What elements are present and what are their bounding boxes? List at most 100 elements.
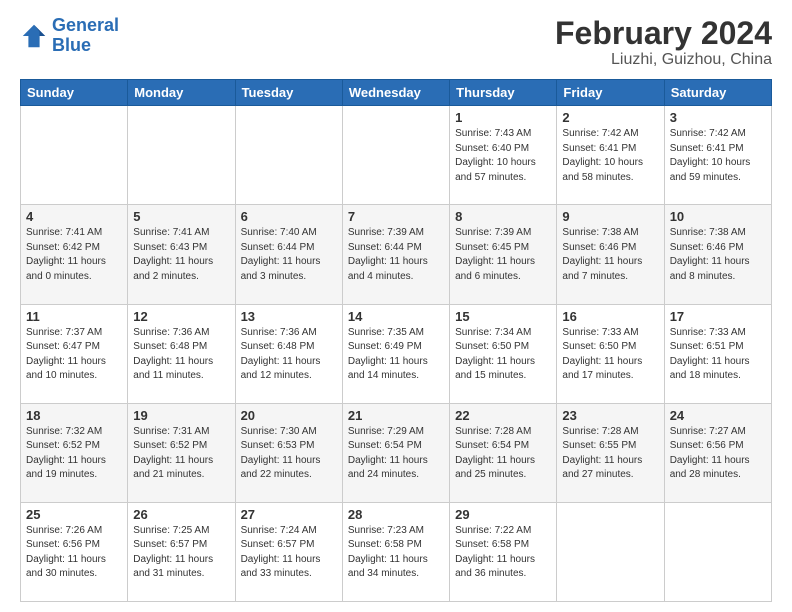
day-number: 7	[348, 209, 444, 224]
calendar-cell: 18 Sunrise: 7:32 AM Sunset: 6:52 PM Dayli…	[21, 403, 128, 502]
day-info: Sunrise: 7:25 AM Sunset: 6:57 PM Dayligh…	[133, 524, 229, 582]
day-info: Sunrise: 7:34 AM Sunset: 6:50 PM Dayligh…	[455, 326, 551, 384]
day-info: Sunrise: 7:28 AM Sunset: 6:54 PM Dayligh…	[455, 425, 551, 483]
day-info: Sunrise: 7:36 AM Sunset: 6:48 PM Dayligh…	[133, 326, 229, 384]
day-info: Sunrise: 7:32 AM Sunset: 6:52 PM Dayligh…	[26, 425, 122, 483]
calendar-cell: 8 Sunrise: 7:39 AM Sunset: 6:45 PM Daylig…	[450, 205, 557, 304]
calendar-cell	[342, 106, 449, 205]
logo-blue: Blue	[52, 35, 91, 55]
calendar-cell: 6 Sunrise: 7:40 AM Sunset: 6:44 PM Daylig…	[235, 205, 342, 304]
day-info: Sunrise: 7:42 AM Sunset: 6:41 PM Dayligh…	[562, 127, 658, 185]
calendar-cell: 15 Sunrise: 7:34 AM Sunset: 6:50 PM Dayli…	[450, 304, 557, 403]
calendar-cell: 10Sunrise: 7:38 AM Sunset: 6:46 PM Dayli…	[664, 205, 771, 304]
calendar-cell: 26Sunrise: 7:25 AM Sunset: 6:57 PM Dayli…	[128, 502, 235, 601]
day-info: Sunrise: 7:39 AM Sunset: 6:45 PM Dayligh…	[455, 226, 551, 284]
day-info: Sunrise: 7:36 AM Sunset: 6:48 PM Dayligh…	[241, 326, 337, 384]
day-info: Sunrise: 7:26 AM Sunset: 6:56 PM Dayligh…	[26, 524, 122, 582]
calendar-cell: 27 Sunrise: 7:24 AM Sunset: 6:57 PM Dayli…	[235, 502, 342, 601]
calendar-week-4: 18 Sunrise: 7:32 AM Sunset: 6:52 PM Dayli…	[21, 403, 772, 502]
day-number: 27	[241, 507, 337, 522]
calendar-cell: 4 Sunrise: 7:41 AM Sunset: 6:42 PM Daylig…	[21, 205, 128, 304]
calendar-subtitle: Liuzhi, Guizhou, China	[555, 51, 772, 69]
day-info: Sunrise: 7:23 AM Sunset: 6:58 PM Dayligh…	[348, 524, 444, 582]
day-info: Sunrise: 7:33 AM Sunset: 6:50 PM Dayligh…	[562, 326, 658, 384]
day-number: 5	[133, 209, 229, 224]
day-info: Sunrise: 7:41 AM Sunset: 6:43 PM Dayligh…	[133, 226, 229, 284]
day-number: 4	[26, 209, 122, 224]
calendar-cell: 28 Sunrise: 7:23 AM Sunset: 6:58 PM Dayli…	[342, 502, 449, 601]
day-number: 13	[241, 309, 337, 324]
day-number: 14	[348, 309, 444, 324]
calendar-cell: 24 Sunrise: 7:27 AM Sunset: 6:56 PM Dayli…	[664, 403, 771, 502]
day-number: 11	[26, 309, 122, 324]
day-number: 18	[26, 408, 122, 423]
day-header-tuesday: Tuesday	[235, 80, 342, 106]
calendar-week-3: 11 Sunrise: 7:37 AM Sunset: 6:47 PM Dayli…	[21, 304, 772, 403]
day-info: Sunrise: 7:35 AM Sunset: 6:49 PM Dayligh…	[348, 326, 444, 384]
day-info: Sunrise: 7:42 AM Sunset: 6:41 PM Dayligh…	[670, 127, 766, 185]
calendar-cell: 7Sunrise: 7:39 AM Sunset: 6:44 PM Daylig…	[342, 205, 449, 304]
day-number: 6	[241, 209, 337, 224]
day-number: 19	[133, 408, 229, 423]
day-info: Sunrise: 7:31 AM Sunset: 6:52 PM Dayligh…	[133, 425, 229, 483]
title-block: February 2024 Liuzhi, Guizhou, China	[555, 16, 772, 69]
day-info: Sunrise: 7:38 AM Sunset: 6:46 PM Dayligh…	[562, 226, 658, 284]
day-info: Sunrise: 7:37 AM Sunset: 6:47 PM Dayligh…	[26, 326, 122, 384]
calendar-cell	[557, 502, 664, 601]
calendar-cell: 9Sunrise: 7:38 AM Sunset: 6:46 PM Daylig…	[557, 205, 664, 304]
day-header-sunday: Sunday	[21, 80, 128, 106]
day-info: Sunrise: 7:33 AM Sunset: 6:51 PM Dayligh…	[670, 326, 766, 384]
day-info: Sunrise: 7:27 AM Sunset: 6:56 PM Dayligh…	[670, 425, 766, 483]
day-header-thursday: Thursday	[450, 80, 557, 106]
day-header-monday: Monday	[128, 80, 235, 106]
calendar-cell: 5 Sunrise: 7:41 AM Sunset: 6:43 PM Daylig…	[128, 205, 235, 304]
calendar-cell	[21, 106, 128, 205]
calendar-title: February 2024	[555, 16, 772, 51]
calendar-cell: 17 Sunrise: 7:33 AM Sunset: 6:51 PM Dayli…	[664, 304, 771, 403]
day-info: Sunrise: 7:24 AM Sunset: 6:57 PM Dayligh…	[241, 524, 337, 582]
day-header-wednesday: Wednesday	[342, 80, 449, 106]
day-number: 1	[455, 110, 551, 125]
day-info: Sunrise: 7:28 AM Sunset: 6:55 PM Dayligh…	[562, 425, 658, 483]
calendar-table: SundayMondayTuesdayWednesdayThursdayFrid…	[20, 79, 772, 602]
calendar-cell: 29 Sunrise: 7:22 AM Sunset: 6:58 PM Dayli…	[450, 502, 557, 601]
day-info: Sunrise: 7:41 AM Sunset: 6:42 PM Dayligh…	[26, 226, 122, 284]
day-info: Sunrise: 7:22 AM Sunset: 6:58 PM Dayligh…	[455, 524, 551, 582]
day-number: 3	[670, 110, 766, 125]
calendar-cell: 13 Sunrise: 7:36 AM Sunset: 6:48 PM Dayli…	[235, 304, 342, 403]
day-number: 23	[562, 408, 658, 423]
calendar-cell: 21Sunrise: 7:29 AM Sunset: 6:54 PM Dayli…	[342, 403, 449, 502]
calendar-cell: 19 Sunrise: 7:31 AM Sunset: 6:52 PM Dayli…	[128, 403, 235, 502]
day-number: 28	[348, 507, 444, 522]
calendar-cell: 22 Sunrise: 7:28 AM Sunset: 6:54 PM Dayli…	[450, 403, 557, 502]
day-number: 22	[455, 408, 551, 423]
day-info: Sunrise: 7:40 AM Sunset: 6:44 PM Dayligh…	[241, 226, 337, 284]
calendar-cell	[664, 502, 771, 601]
day-number: 16	[562, 309, 658, 324]
logo-general: General	[52, 15, 119, 35]
day-number: 21	[348, 408, 444, 423]
calendar-cell: 3 Sunrise: 7:42 AM Sunset: 6:41 PM Daylig…	[664, 106, 771, 205]
calendar-week-5: 25Sunrise: 7:26 AM Sunset: 6:56 PM Dayli…	[21, 502, 772, 601]
day-info: Sunrise: 7:43 AM Sunset: 6:40 PM Dayligh…	[455, 127, 551, 185]
calendar-week-1: 1 Sunrise: 7:43 AM Sunset: 6:40 PM Daylig…	[21, 106, 772, 205]
page: General Blue February 2024 Liuzhi, Guizh…	[0, 0, 792, 612]
day-number: 29	[455, 507, 551, 522]
calendar-cell: 20Sunrise: 7:30 AM Sunset: 6:53 PM Dayli…	[235, 403, 342, 502]
day-number: 15	[455, 309, 551, 324]
day-number: 24	[670, 408, 766, 423]
day-number: 8	[455, 209, 551, 224]
calendar-cell: 2 Sunrise: 7:42 AM Sunset: 6:41 PM Daylig…	[557, 106, 664, 205]
header: General Blue February 2024 Liuzhi, Guizh…	[20, 16, 772, 69]
calendar-header-row: SundayMondayTuesdayWednesdayThursdayFrid…	[21, 80, 772, 106]
day-info: Sunrise: 7:30 AM Sunset: 6:53 PM Dayligh…	[241, 425, 337, 483]
logo-text: General Blue	[52, 16, 119, 56]
day-number: 2	[562, 110, 658, 125]
day-info: Sunrise: 7:38 AM Sunset: 6:46 PM Dayligh…	[670, 226, 766, 284]
calendar-cell: 11 Sunrise: 7:37 AM Sunset: 6:47 PM Dayli…	[21, 304, 128, 403]
day-header-friday: Friday	[557, 80, 664, 106]
logo: General Blue	[20, 16, 119, 56]
day-number: 12	[133, 309, 229, 324]
day-number: 17	[670, 309, 766, 324]
calendar-cell: 14 Sunrise: 7:35 AM Sunset: 6:49 PM Dayli…	[342, 304, 449, 403]
